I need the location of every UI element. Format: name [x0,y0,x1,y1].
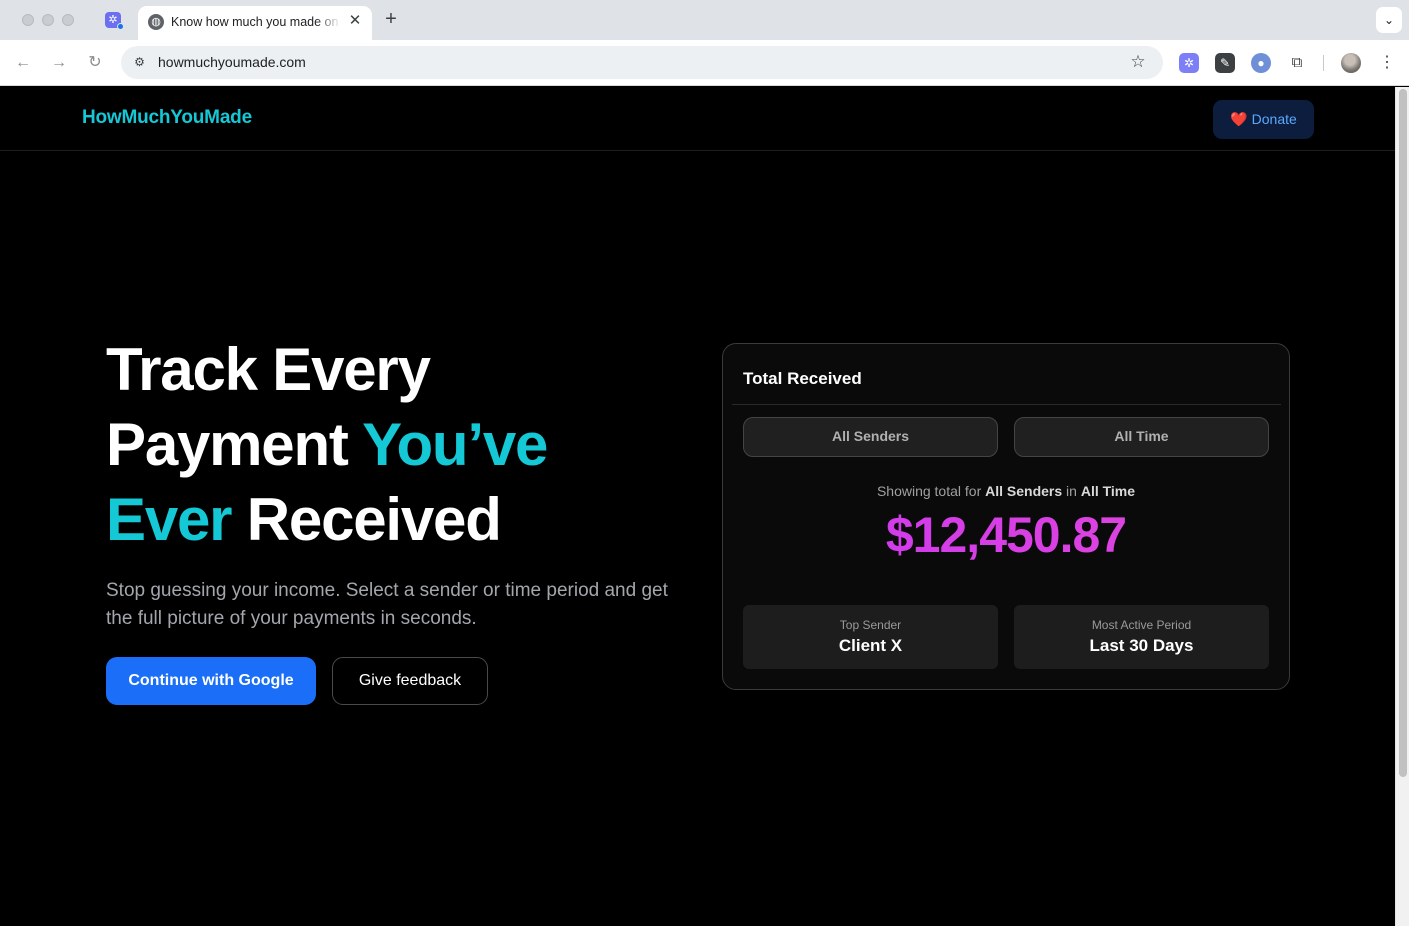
card-divider [732,404,1281,405]
window-close-button[interactable] [22,14,34,26]
window-maximize-button[interactable] [62,14,74,26]
page-viewport: HowMuchYouMade ❤️ Donate Track Every Paym… [0,87,1395,926]
continue-with-google-button[interactable]: Continue with Google [106,657,316,705]
total-amount: $12,450.87 [723,505,1289,565]
hero-title-line1: Track Every [106,336,431,403]
window-minimize-button[interactable] [42,14,54,26]
hero-title: Track Every Payment You’ve Ever Received [106,332,706,557]
period-filter-select[interactable]: All Time [1014,417,1269,457]
most-active-period-stat: Most Active Period Last 30 Days [1014,605,1269,669]
arrow-left-icon[interactable]: ← [12,52,34,74]
browser-tab-strip: ✲ ◍ Know how much you made on ✕ + ⌄ [0,0,1409,40]
extension-app-icon[interactable]: ✲ [1179,53,1199,73]
donate-button[interactable]: ❤️ Donate [1213,100,1314,139]
pen-extension-icon[interactable]: ✎ [1215,53,1235,73]
arrow-right-icon[interactable]: → [48,52,70,74]
site-header: HowMuchYouMade ❤️ Donate [0,87,1395,151]
tune-icon[interactable]: ⚙ [131,54,148,71]
give-feedback-button[interactable]: Give feedback [332,657,488,705]
profile-avatar[interactable] [1341,53,1361,73]
pinned-tab[interactable]: ✲ [103,10,124,30]
circle-extension-icon[interactable]: ● [1251,53,1271,73]
showing-mid: in [1062,483,1081,499]
tab-title: Know how much you made on [171,15,339,29]
stat-label: Most Active Period [1091,618,1192,632]
total-received-card: Total Received All Senders All Time Show… [722,343,1290,690]
showing-period: All Time [1080,483,1136,499]
card-title: Total Received [743,369,862,388]
close-icon[interactable]: ✕ [346,12,364,30]
top-sender-stat: Top Sender Client X [743,605,998,669]
notification-dot [117,23,124,30]
hero-title-accent-youve: You’ve [362,411,548,478]
active-tab[interactable]: ◍ Know how much you made on ✕ [138,6,372,40]
sender-filter-select[interactable]: All Senders [743,417,998,457]
star-icon[interactable]: ☆ [1128,52,1148,72]
puzzle-icon[interactable]: ⧉ [1287,53,1307,73]
hero-title-accent-ever: Ever [106,486,233,553]
stat-value: Last 30 Days [1089,636,1194,655]
kebab-icon[interactable]: ⋮ [1377,52,1397,74]
plus-icon[interactable]: + [381,9,401,29]
hero-title-line3b: Received [231,486,502,553]
showing-sender: All Senders [985,483,1063,499]
donate-label: Donate [1251,111,1297,127]
site-logo[interactable]: HowMuchYouMade [82,107,252,129]
hero-subtitle: Stop guessing your income. Select a send… [106,580,668,629]
showing-summary: Showing total for All Senders in All Tim… [723,483,1289,499]
reload-icon[interactable]: ↻ [84,52,106,74]
scrollbar-thumb[interactable] [1399,89,1407,777]
globe-icon: ◍ [148,14,164,30]
page-scrollbar[interactable] [1395,87,1409,926]
chevron-down-icon[interactable]: ⌄ [1376,7,1402,33]
heart-icon: ❤️ [1230,111,1248,127]
stat-label: Top Sender [839,618,902,632]
browser-toolbar: ← → ↻ ⚙ howmuchyoumade.com ☆ ✲ ✎ ● ⧉ ⋮ [0,40,1409,86]
address-bar[interactable]: ⚙ howmuchyoumade.com ☆ [121,46,1163,79]
toolbar-divider [1323,55,1324,71]
stat-value: Client X [838,636,903,655]
showing-prefix: Showing total for [876,483,986,499]
url-text[interactable]: howmuchyoumade.com [158,54,306,71]
hero-title-line2a: Payment [106,411,363,478]
